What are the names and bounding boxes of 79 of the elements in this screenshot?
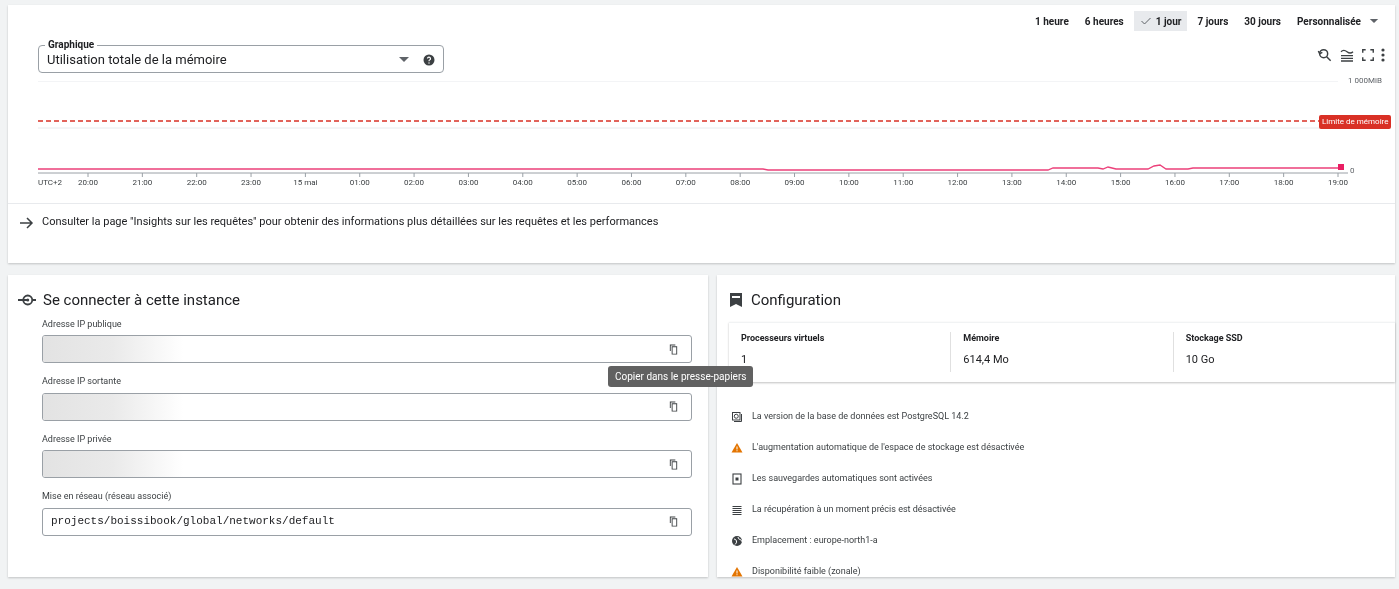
x-axis-label: 10:00 [838, 177, 859, 189]
time-range-tab[interactable]: 7 jours [1191, 11, 1235, 31]
spec-label: Stockage SSD [1185, 332, 1244, 345]
select-label: Graphique [47, 39, 96, 51]
y-axis-label: 0 [1350, 165, 1355, 177]
x-axis-label: 05:00 [567, 177, 588, 189]
config-item-text: La récupération à un moment précis est désactivée [752, 502, 956, 516]
time-range-tab[interactable]: 1 heure [1029, 11, 1075, 31]
spec-value: 10 Go [1185, 351, 1216, 368]
clock-square-icon [731, 410, 743, 423]
x-axis-label: 15:00 [1110, 177, 1131, 189]
spec-label: Mémoire [963, 332, 1001, 345]
copy-icon[interactable] [668, 343, 679, 355]
custom-range-dropdown[interactable]: Personnalisée [1290, 11, 1385, 31]
spec-value: 614,4 Mo [963, 351, 1010, 368]
arrow-right-icon [20, 216, 34, 229]
x-axis-label: 03:00 [458, 177, 479, 189]
caret-icon [1369, 16, 1379, 26]
globe-icon [731, 534, 743, 547]
field-label: Adresse IP privée [42, 432, 112, 446]
field-label: Adresse IP publique [42, 317, 122, 331]
insights-link[interactable]: Consulter la page "Insights sur les requêtes" pour obtenir des informations plus détaillées sur les requêtes et les performances [42, 214, 659, 231]
x-axis-label: 21:00 [132, 177, 153, 189]
field-label: Adresse IP sortante [42, 375, 121, 388]
config-item-text: L'augmentation automatique de l'espace de stockage est désactivée [752, 440, 1025, 454]
x-axis-label: 13:00 [1001, 177, 1022, 189]
field-value: projects/boissibook/global/networks/default [51, 514, 336, 530]
tooltip: Copier dans le presse-papiers [608, 366, 754, 387]
limit-badge: Limite de mémoire [1319, 115, 1392, 129]
config-item-text: Disponibilité faible (zonale) [752, 564, 861, 578]
fullscreen-icon[interactable] [1361, 48, 1375, 62]
help-icon[interactable] [423, 53, 435, 66]
timezone-label: UTC+2 [38, 177, 63, 189]
x-axis-label: 09:00 [784, 177, 805, 189]
x-axis-label: 04:00 [512, 177, 533, 189]
more-options-icon[interactable] [1381, 48, 1385, 62]
x-axis-label: 11:00 [893, 177, 914, 189]
time-range-tab[interactable]: 1 jour [1133, 11, 1188, 31]
warning-icon [731, 441, 743, 454]
section-title: Configuration [751, 290, 841, 311]
text-field[interactable] [42, 392, 692, 421]
text-field[interactable] [42, 450, 692, 478]
x-axis-label: 16:00 [1165, 177, 1185, 189]
x-axis-label: 22:00 [186, 177, 207, 189]
config-item-text: La version de la base de données est PostgreSQL 14.2 [752, 409, 969, 423]
text-field[interactable] [42, 335, 692, 363]
copy-icon[interactable] [668, 516, 679, 527]
backup-icon [731, 472, 743, 485]
x-axis-label: 08:00 [730, 177, 751, 189]
select-value: Utilisation totale de la mémoire [47, 50, 228, 69]
x-axis-label: 07:00 [675, 177, 696, 189]
field-label: Mise en réseau (réseau associé) [42, 490, 172, 503]
dropdown-caret-icon [399, 56, 409, 63]
x-axis-label: 01:00 [349, 177, 370, 189]
chart-select[interactable]: Graphique Utilisation totale de la mémoire [38, 39, 444, 73]
text-field[interactable]: projects/boissibook/global/networks/default [42, 507, 692, 536]
x-axis-label: 15 mai [293, 177, 318, 189]
copy-icon[interactable] [668, 401, 679, 412]
x-axis-label: 12:00 [947, 177, 968, 189]
config-item-text: Les sauvegardes automatiques sont activées [752, 471, 933, 485]
x-axis-label: 19:00 [1328, 177, 1348, 189]
x-axis-label: 02:00 [404, 177, 425, 189]
spec-label: Processeurs virtuels [741, 332, 826, 345]
section-title: Se connecter à cette instance [43, 290, 241, 311]
config-item-text: Emplacement : europe-north1-a [752, 533, 878, 547]
lines-icon [731, 503, 743, 516]
x-axis-label: 20:00 [78, 177, 98, 189]
x-axis-label: 18:00 [1273, 177, 1294, 189]
time-range-tab[interactable]: 30 jours [1238, 11, 1287, 31]
check-icon [1139, 15, 1152, 27]
copy-icon[interactable] [668, 458, 679, 470]
x-axis-label: 17:00 [1219, 177, 1240, 189]
time-range-tab[interactable]: 6 heures [1078, 11, 1130, 31]
x-axis-label: 14:00 [1056, 177, 1077, 189]
spec-value: 1 [741, 351, 749, 368]
x-axis-label: 06:00 [621, 177, 642, 189]
legend-icon[interactable] [1339, 47, 1355, 63]
x-axis-label: 23:00 [241, 177, 261, 189]
reset-zoom-icon[interactable] [1317, 47, 1333, 63]
